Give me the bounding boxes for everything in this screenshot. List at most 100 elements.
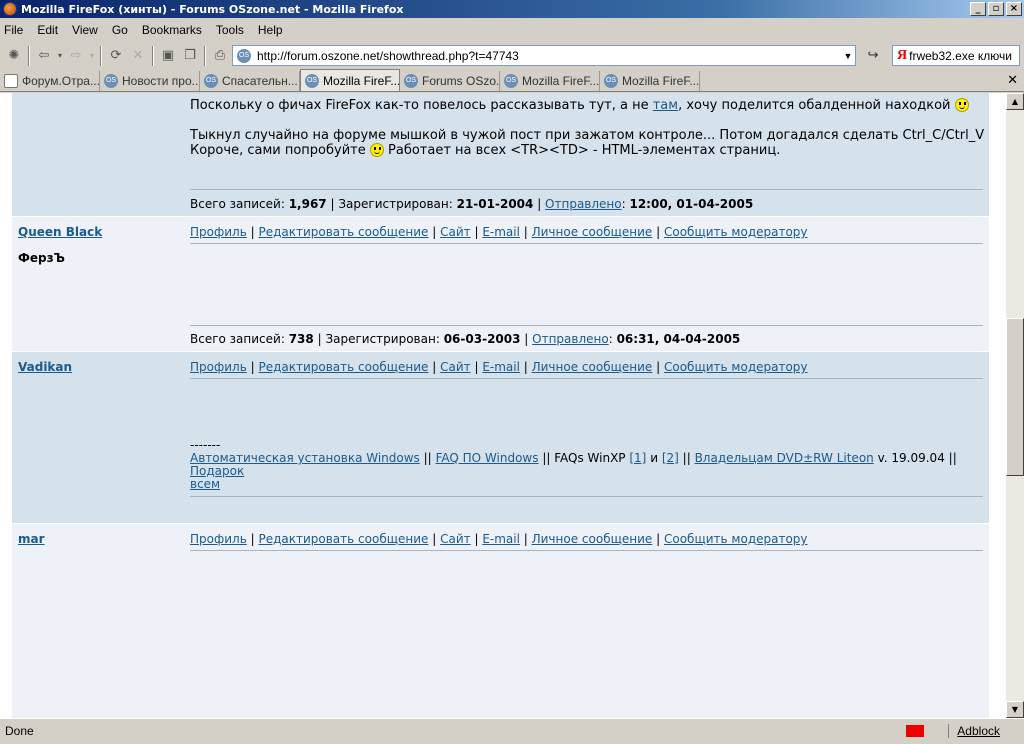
post-link[interactable]: там	[653, 98, 678, 113]
email-link[interactable]: E-mail	[482, 532, 520, 546]
smiley-icon	[369, 143, 384, 157]
scroll-up-button[interactable]: ▲	[1006, 93, 1024, 110]
divider	[190, 243, 983, 244]
status-bar: Done Adblock	[0, 718, 1024, 742]
username-link[interactable]: mar	[18, 532, 45, 546]
report-link[interactable]: Сообщить модератору	[664, 225, 808, 239]
status-indicator-icon[interactable]	[906, 724, 925, 737]
yandex-logo-icon[interactable]: Я	[897, 48, 907, 64]
tab-strip: Форум.Отра... OS Новости про... OS Спасате…	[0, 69, 1024, 92]
close-tab-icon[interactable]: ✕	[1007, 73, 1018, 88]
menu-file[interactable]: File	[4, 23, 23, 37]
email-link[interactable]: E-mail	[482, 225, 520, 239]
copy-icon[interactable]: ❐	[179, 45, 201, 67]
sig-link[interactable]: FAQ ПО Windows	[436, 451, 539, 465]
site-link[interactable]: Сайт	[440, 225, 471, 239]
sig-link[interactable]: всем	[190, 477, 220, 491]
pm-link[interactable]: Личное сообщение	[532, 360, 653, 374]
throbber-icon: ✺	[8, 48, 20, 63]
divider	[190, 496, 983, 497]
tab-4-active[interactable]: OS Mozilla FireF...	[300, 69, 400, 91]
forum-post: mar Профиль | Редактировать сообщение | …	[12, 524, 989, 718]
user-title: ФерзЪ	[18, 251, 65, 265]
site-favicon-icon: OS	[237, 48, 251, 63]
maximize-button[interactable]: ▫	[988, 2, 1004, 16]
menu-bookmarks[interactable]: Bookmarks	[142, 23, 202, 37]
scroll-thumb[interactable]	[1006, 318, 1024, 476]
pm-link[interactable]: Личное сообщение	[532, 225, 653, 239]
address-dropdown-icon[interactable]: ▼	[841, 51, 855, 61]
post-action-links: Профиль | Редактировать сообщение | Сайт…	[190, 225, 808, 239]
forward-button[interactable]: ⇨	[65, 45, 87, 67]
sent-link[interactable]: Отправлено	[532, 332, 609, 346]
menu-bar: File Edit View Go Bookmarks Tools Help	[0, 20, 1024, 40]
smiley-icon	[954, 98, 969, 112]
os-icon: OS	[104, 74, 118, 88]
edit-post-link[interactable]: Редактировать сообщение	[258, 225, 428, 239]
site-link[interactable]: Сайт	[440, 532, 471, 546]
username-link[interactable]: Queen Black	[18, 225, 102, 239]
go-button[interactable]: ↪	[862, 45, 884, 66]
edit-post-link[interactable]: Редактировать сообщение	[258, 532, 428, 546]
menu-help[interactable]: Help	[258, 23, 283, 37]
sig-link[interactable]: Владельцам DVD±RW Liteon	[695, 451, 874, 465]
close-window-button[interactable]: ×	[1006, 2, 1022, 16]
stop-button[interactable]: ✕	[127, 45, 149, 67]
status-text: Done	[5, 723, 34, 738]
os-icon: OS	[305, 73, 319, 88]
tab-7[interactable]: OS Mozilla FireF...	[600, 71, 700, 91]
tab-3[interactable]: OS Спасательн...	[200, 71, 300, 91]
minimize-button[interactable]: _	[970, 2, 986, 16]
save-icon[interactable]: ▣	[157, 45, 179, 67]
adblock-button[interactable]: Adblock	[948, 723, 1024, 738]
site-link[interactable]: Сайт	[440, 360, 471, 374]
page-content: Поскольку о фичах FireFox как-то повелос…	[0, 93, 1006, 718]
menu-view[interactable]: View	[72, 23, 98, 37]
sig-link[interactable]: Автоматическая установка Windows	[190, 451, 420, 465]
report-link[interactable]: Сообщить модератору	[664, 532, 808, 546]
username-link[interactable]: Vadikan	[18, 360, 72, 374]
menu-edit[interactable]: Edit	[37, 23, 58, 37]
email-link[interactable]: E-mail	[482, 360, 520, 374]
scroll-down-button[interactable]: ▼	[1006, 701, 1024, 718]
post-action-links: Профиль | Редактировать сообщение | Сайт…	[190, 532, 808, 546]
divider	[190, 325, 983, 326]
divider	[190, 189, 983, 190]
back-dropdown-icon[interactable]: ▾	[55, 45, 65, 67]
os-icon: OS	[604, 74, 618, 88]
back-button[interactable]: ⇦	[33, 45, 55, 67]
menu-go[interactable]: Go	[112, 23, 128, 37]
post-action-links: Профиль | Редактировать сообщение | Сайт…	[190, 360, 808, 374]
tab-1[interactable]: Форум.Отра...	[0, 71, 100, 91]
sig-link[interactable]: [1]	[629, 451, 646, 465]
search-input[interactable]: frweb32.exe ключи	[909, 49, 1012, 63]
vertical-scrollbar[interactable]: ▲ ▼	[1006, 93, 1024, 718]
reload-button[interactable]: ⟳	[105, 45, 127, 67]
print-icon[interactable]: ⎙	[209, 45, 231, 67]
profile-link[interactable]: Профиль	[190, 532, 247, 546]
os-icon: OS	[504, 74, 518, 88]
pm-link[interactable]: Личное сообщение	[532, 532, 653, 546]
sent-link[interactable]: Отправлено	[545, 197, 622, 211]
profile-link[interactable]: Профиль	[190, 360, 247, 374]
tab-6[interactable]: OS Mozilla FireF...	[500, 71, 600, 91]
sig-link[interactable]: Подарок	[190, 464, 244, 478]
menu-tools[interactable]: Tools	[216, 23, 244, 37]
tab-5[interactable]: OS Forums OSzo...	[400, 71, 500, 91]
forward-dropdown-icon[interactable]: ▾	[87, 45, 97, 67]
edit-post-link[interactable]: Редактировать сообщение	[258, 360, 428, 374]
address-bar[interactable]: OS http://forum.oszone.net/showthread.ph…	[232, 45, 856, 66]
sig-link[interactable]: [2]	[662, 451, 679, 465]
divider	[190, 378, 983, 379]
post-meta: Всего записей: 738 | Зарегистрирован: 06…	[190, 332, 741, 346]
search-box[interactable]: Я frweb32.exe ключи	[892, 45, 1020, 66]
address-input[interactable]: http://forum.oszone.net/showthread.php?t…	[257, 49, 841, 63]
post-text-line: Поскольку о фичах FireFox как-то повелос…	[190, 98, 983, 113]
page-icon	[4, 74, 18, 88]
os-icon: OS	[204, 74, 218, 88]
post-text-line: Тыкнул случайно на форуме мышкой в чужой…	[190, 128, 985, 143]
profile-link[interactable]: Профиль	[190, 225, 247, 239]
report-link[interactable]: Сообщить модератору	[664, 360, 808, 374]
tab-2[interactable]: OS Новости про...	[100, 71, 200, 91]
post-text-line: Короче, сами попробуйте Работает на всех…	[190, 143, 781, 158]
